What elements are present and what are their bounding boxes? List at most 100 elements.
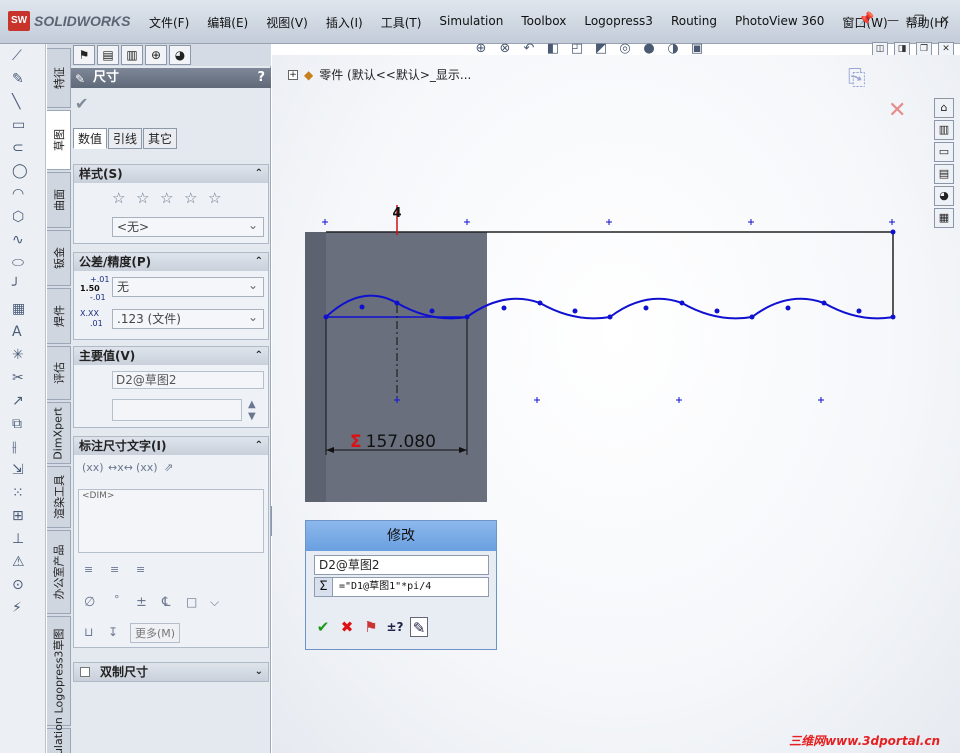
cancel-corner-icon[interactable]: ✕ — [888, 98, 906, 123]
rapid-sketch-icon[interactable]: ⚡ — [0, 596, 46, 619]
menu-item-5[interactable]: Simulation — [430, 14, 512, 31]
offset-text-icon[interactable]: ⇗ — [164, 461, 173, 474]
circle-icon[interactable]: ◯ — [0, 159, 46, 182]
custom-properties-icon[interactable]: ▦ — [934, 208, 954, 228]
style-dropdown[interactable]: <无> — [112, 216, 264, 237]
align-right-icon[interactable]: ≡ — [136, 563, 145, 576]
square-icon[interactable]: □ — [186, 595, 197, 609]
ellipse-icon[interactable]: ⬭ — [0, 251, 46, 274]
command-tab-3[interactable]: 钣金 — [47, 230, 71, 286]
menu-item-0[interactable]: 文件(F) — [140, 14, 198, 31]
arc-icon[interactable]: ◠ — [0, 182, 46, 205]
polygon-icon[interactable]: ⬡ — [0, 205, 46, 228]
configuration-manager-tab[interactable]: ▥ — [121, 45, 143, 65]
expand-icon[interactable]: + — [288, 69, 298, 80]
minimize-button[interactable]: — — [884, 12, 902, 28]
tolerance-header[interactable]: 公差/精度(P) ⌃ — [74, 253, 268, 271]
degree-icon[interactable]: ° — [114, 593, 120, 606]
menu-item-1[interactable]: 编辑(E) — [198, 14, 257, 31]
move-icon[interactable]: ⇲ — [0, 458, 46, 481]
dim-text-header[interactable]: 标注尺寸文字(I) ⌃ — [74, 437, 268, 455]
align-left-icon[interactable]: ≡ — [84, 563, 93, 576]
slot-icon[interactable]: ⊂ — [0, 136, 46, 159]
spin-down-icon[interactable]: ▼ — [248, 411, 256, 422]
collapse-icon[interactable]: ⌃ — [255, 165, 263, 183]
rebuild-icon[interactable]: ⚑ — [362, 617, 380, 637]
appearances-icon[interactable]: ◕ — [934, 186, 954, 206]
align-center-icon[interactable]: ≡ — [110, 563, 119, 576]
close-button[interactable]: ✕ — [936, 12, 954, 28]
text-icon[interactable]: A — [0, 320, 46, 343]
command-tab-0[interactable]: 特征 — [47, 48, 71, 108]
command-tab-5[interactable]: 评估 — [47, 346, 71, 400]
trim-icon[interactable]: ✂ — [0, 366, 46, 389]
home-icon[interactable]: ⌂ — [934, 98, 954, 118]
cancel-x-icon[interactable]: ✖ — [338, 617, 356, 637]
ok-check-icon[interactable]: ✔ — [314, 617, 332, 637]
menu-item-9[interactable]: PhotoView 360 — [726, 14, 833, 31]
dimxpert-manager-tab[interactable]: ⊕ — [145, 45, 167, 65]
command-tab-10[interactable]: Simulation — [47, 717, 71, 753]
folder-icon[interactable]: ▭ — [934, 142, 954, 162]
collapse-icon[interactable]: ⌃ — [255, 437, 263, 455]
command-tab-9[interactable]: Logopress3草图 — [47, 616, 71, 726]
inspection-icon[interactable]: (xx) — [136, 461, 158, 474]
primary-value-header[interactable]: 主要值(V) ⌃ — [74, 347, 268, 365]
doc-cascade-icon[interactable]: ◨ — [894, 42, 910, 56]
grid-icon[interactable]: ⊞ — [0, 504, 46, 527]
relations-icon[interactable]: ⊥ — [0, 527, 46, 550]
library-icon[interactable]: ▥ — [934, 120, 954, 140]
primary-value-field[interactable] — [112, 399, 242, 421]
command-tab-6[interactable]: DimXpert — [47, 402, 71, 464]
chevron-down-icon[interactable]: ⌵ — [210, 595, 219, 610]
file-explorer-icon[interactable]: ▤ — [934, 164, 954, 184]
style-add-icon[interactable]: ☆ — [136, 189, 149, 207]
precision-dropdown[interactable]: .123 (文件) — [112, 308, 264, 329]
menu-item-4[interactable]: 工具(T) — [372, 14, 431, 31]
expand-icon[interactable]: ⌄ — [255, 663, 263, 681]
modify-value-field[interactable]: Σ ="D1@草图1"*pi/4 — [314, 577, 489, 597]
point-icon[interactable]: ✳ — [0, 343, 46, 366]
tab-value[interactable]: 数值 — [73, 128, 108, 149]
center-dim-icon[interactable]: ↔x↔ — [108, 461, 133, 474]
plane-icon[interactable]: ▦ — [0, 297, 46, 320]
part-name[interactable]: 零件 (默认<<默认>_显示... — [319, 66, 471, 83]
dual-dim-checkbox[interactable] — [80, 667, 90, 677]
fillet-icon[interactable]: ╯ — [0, 274, 46, 297]
command-tab-8[interactable]: 办公室产品 — [47, 530, 71, 614]
style-delete-icon[interactable]: ☆ — [160, 189, 173, 207]
sketch-icon[interactable]: ✎ — [0, 67, 46, 90]
mirror-icon[interactable]: ⫲ — [0, 435, 46, 458]
style-header[interactable]: 样式(S) ⌃ — [74, 165, 268, 183]
style-save-icon[interactable]: ☆ — [184, 189, 197, 207]
offset-icon[interactable]: ⧉ — [0, 412, 46, 435]
diameter-icon[interactable]: ∅ — [84, 595, 95, 610]
pin-icon[interactable]: 📌 — [858, 12, 874, 27]
convert-icon[interactable]: ↗ — [0, 389, 46, 412]
restore-button[interactable]: ❐ — [910, 12, 928, 28]
menu-item-3[interactable]: 插入(I) — [317, 14, 372, 31]
doc-restore-icon[interactable]: ❐ — [916, 42, 932, 56]
menu-item-7[interactable]: Logopress3 — [575, 14, 662, 31]
dim-text-area[interactable]: <DIM> — [78, 489, 264, 553]
pattern-icon[interactable]: ⁙ — [0, 481, 46, 504]
command-tab-1[interactable]: 草图 — [47, 110, 71, 170]
style-load-icon[interactable]: ☆ — [208, 189, 221, 207]
rectangle-icon[interactable]: ▭ — [0, 113, 46, 136]
centerline-icon[interactable]: ℄ — [162, 595, 170, 610]
command-tab-7[interactable]: 渲染工具 — [47, 466, 71, 528]
display-manager-tab[interactable]: ◕ — [169, 45, 191, 65]
command-tab-4[interactable]: 焊件 — [47, 288, 71, 344]
mark-dim-icon[interactable]: ✎ — [410, 617, 428, 637]
property-manager-tab[interactable]: ▤ — [97, 45, 119, 65]
repair-icon[interactable]: ⚠ — [0, 550, 46, 573]
menu-item-8[interactable]: Routing — [662, 14, 726, 31]
dimension-text[interactable]: Σ 157.080 — [350, 432, 436, 452]
line-icon[interactable]: ╲ — [0, 90, 46, 113]
paren-icon[interactable]: (xx) — [82, 461, 104, 474]
reverse-icon[interactable]: ±? — [386, 617, 404, 637]
tab-other[interactable]: 其它 — [143, 128, 178, 149]
spin-up-icon[interactable]: ▲ — [248, 399, 256, 410]
command-tab-2[interactable]: 曲面 — [47, 172, 71, 228]
help-button[interactable]: ? — [257, 68, 265, 88]
